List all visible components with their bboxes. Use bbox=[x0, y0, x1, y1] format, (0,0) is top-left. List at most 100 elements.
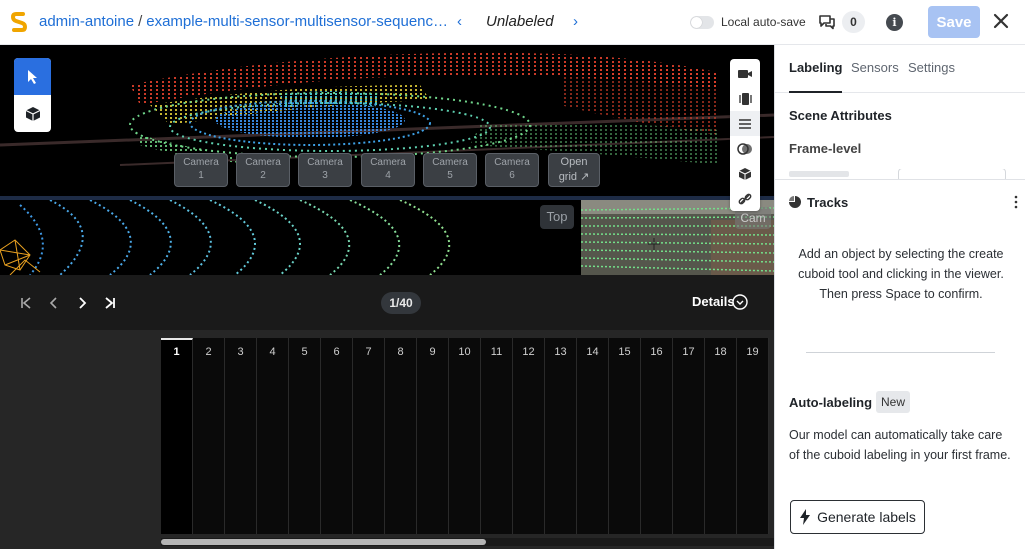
frame-timeline[interactable]: 1 2 3 4 5 6 7 8 9 10 11 12 13 14 15 16 17 18 19 bbox=[0, 330, 774, 549]
top-down-view[interactable] bbox=[0, 200, 578, 275]
prev-sample-button[interactable]: ‹ bbox=[457, 13, 462, 30]
frame-number: 11 bbox=[490, 346, 503, 358]
info-icon[interactable]: i bbox=[886, 14, 903, 31]
frame-column[interactable]: 5 bbox=[289, 338, 321, 534]
autolabeling-description: Our model can automatically take care of… bbox=[789, 428, 1011, 462]
frame-column[interactable]: 10 bbox=[449, 338, 481, 534]
timeline-scrollbar[interactable] bbox=[161, 538, 774, 546]
box-toggle-button[interactable] bbox=[730, 161, 760, 186]
save-button[interactable]: Save bbox=[928, 6, 980, 38]
segments-logo-icon[interactable] bbox=[10, 11, 28, 33]
breadcrumb-workspace[interactable]: admin-antoine bbox=[39, 13, 134, 30]
camera-1-button[interactable]: Camera 1 bbox=[174, 153, 228, 187]
camera-3-button[interactable]: Camera 3 bbox=[298, 153, 352, 187]
frame-number: 6 bbox=[333, 346, 340, 358]
frame-column[interactable]: 15 bbox=[609, 338, 641, 534]
frame-column[interactable]: 16 bbox=[641, 338, 673, 534]
sidebar-tabs: Labeling Sensors Settings bbox=[775, 45, 1025, 93]
select-tool-button[interactable] bbox=[14, 58, 51, 95]
frame-number: 1 bbox=[173, 346, 180, 358]
list-view-button[interactable] bbox=[730, 111, 760, 136]
camera-number: 2 bbox=[260, 170, 266, 181]
frame-number: 14 bbox=[586, 346, 599, 358]
images-toggle-button[interactable] bbox=[730, 86, 760, 111]
pointer-icon bbox=[27, 69, 37, 84]
frame-number: 19 bbox=[746, 346, 759, 358]
autosave-toggle[interactable] bbox=[690, 16, 714, 29]
attribute-input-clipped[interactable] bbox=[898, 169, 1006, 179]
camera-toggle-button[interactable] bbox=[730, 61, 760, 86]
tab-sensors[interactable]: Sensors bbox=[851, 60, 899, 75]
tracks-empty-message: Add an object by selecting the create cu… bbox=[798, 247, 1004, 301]
frame-column[interactable]: 2 bbox=[193, 338, 225, 534]
more-options-icon[interactable] bbox=[1013, 195, 1019, 209]
frame-number: 5 bbox=[301, 346, 308, 358]
camera-label: Camera bbox=[307, 157, 343, 168]
frame-column[interactable]: 1 bbox=[161, 338, 193, 534]
app-root: admin-antoine / example-multi-sensor-multi… bbox=[0, 0, 1025, 549]
camera-6-button[interactable]: Camera 6 bbox=[485, 153, 539, 187]
tracks-pie-icon bbox=[789, 196, 801, 208]
breadcrumb-dataset[interactable]: example-multi-sensor-multisensor-sequenc… bbox=[146, 13, 448, 30]
frame-column[interactable]: 18 bbox=[705, 338, 737, 534]
details-button[interactable]: Details bbox=[692, 294, 735, 309]
camera-label: Camera bbox=[370, 157, 406, 168]
generate-labels-button[interactable]: Generate labels bbox=[790, 500, 925, 534]
panel-divider[interactable] bbox=[775, 179, 1025, 180]
frame-column[interactable]: 17 bbox=[673, 338, 705, 534]
frame-number: 7 bbox=[365, 346, 372, 358]
frame-column[interactable]: 12 bbox=[513, 338, 545, 534]
frame-column[interactable]: 4 bbox=[257, 338, 289, 534]
chevron-down-circle-icon[interactable] bbox=[732, 294, 748, 310]
scene-attributes-heading: Scene Attributes bbox=[789, 108, 892, 123]
top-view-label: Top bbox=[540, 205, 574, 229]
breadcrumb: admin-antoine / example-multi-sensor-multi… bbox=[39, 13, 448, 30]
section-divider bbox=[806, 352, 995, 353]
camera-4-button[interactable]: Camera 4 bbox=[361, 153, 415, 187]
frame-number: 9 bbox=[429, 346, 436, 358]
frame-number: 4 bbox=[269, 346, 276, 358]
previous-frame-icon[interactable] bbox=[46, 295, 62, 311]
frame-number: 13 bbox=[554, 346, 567, 358]
camera-number: 6 bbox=[509, 170, 515, 181]
camera-label: Camera bbox=[245, 157, 281, 168]
frame-number: 8 bbox=[397, 346, 404, 358]
point-cloud-viewer[interactable]: Camera 1 Camera 2 Camera 3 Camera 4 Camera 5 … bbox=[0, 45, 774, 275]
frame-column[interactable]: 8 bbox=[385, 338, 417, 534]
frame-number: 18 bbox=[714, 346, 727, 358]
next-frame-icon[interactable] bbox=[74, 295, 90, 311]
frame-column[interactable]: 19 bbox=[737, 338, 769, 534]
tab-labeling[interactable]: Labeling bbox=[789, 60, 843, 93]
open-grid-button[interactable]: Open grid ↗ bbox=[548, 153, 600, 187]
lightning-icon bbox=[800, 509, 811, 525]
close-icon[interactable] bbox=[992, 12, 1010, 30]
frame-column[interactable]: 13 bbox=[545, 338, 577, 534]
frame-column[interactable]: 9 bbox=[417, 338, 449, 534]
external-link-icon: ↗ bbox=[580, 171, 590, 183]
overlap-toggle-button[interactable] bbox=[730, 136, 760, 161]
frame-column[interactable]: 14 bbox=[577, 338, 609, 534]
frame-number: 12 bbox=[522, 346, 535, 358]
tab-settings[interactable]: Settings bbox=[908, 60, 955, 75]
link-tool-button[interactable] bbox=[730, 186, 760, 211]
autolabeling-heading: Auto-labeling bbox=[789, 395, 873, 410]
frame-column[interactable]: 11 bbox=[481, 338, 513, 534]
last-frame-icon[interactable] bbox=[102, 295, 118, 311]
camera-2-button[interactable]: Camera 2 bbox=[236, 153, 290, 187]
link-icon bbox=[738, 193, 752, 204]
scrollbar-thumb[interactable] bbox=[161, 539, 486, 545]
next-sample-button[interactable]: › bbox=[573, 13, 578, 30]
camera-number: 5 bbox=[447, 170, 453, 181]
frame-column[interactable]: 7 bbox=[353, 338, 385, 534]
sidebar-panel: Labeling Sensors Settings Scene Attribut… bbox=[774, 45, 1025, 549]
create-cuboid-tool-button[interactable] bbox=[14, 95, 51, 132]
first-frame-icon[interactable] bbox=[18, 295, 34, 311]
frame-column[interactable]: 3 bbox=[225, 338, 257, 534]
frame-number: 10 bbox=[458, 346, 471, 358]
camera-5-button[interactable]: Camera 5 bbox=[423, 153, 477, 187]
frame-column[interactable]: 6 bbox=[321, 338, 353, 534]
frame-number: 16 bbox=[650, 346, 663, 358]
comments-icon[interactable] bbox=[818, 13, 836, 31]
camera-label: Camera bbox=[432, 157, 468, 168]
attribute-label-clipped bbox=[789, 171, 849, 177]
